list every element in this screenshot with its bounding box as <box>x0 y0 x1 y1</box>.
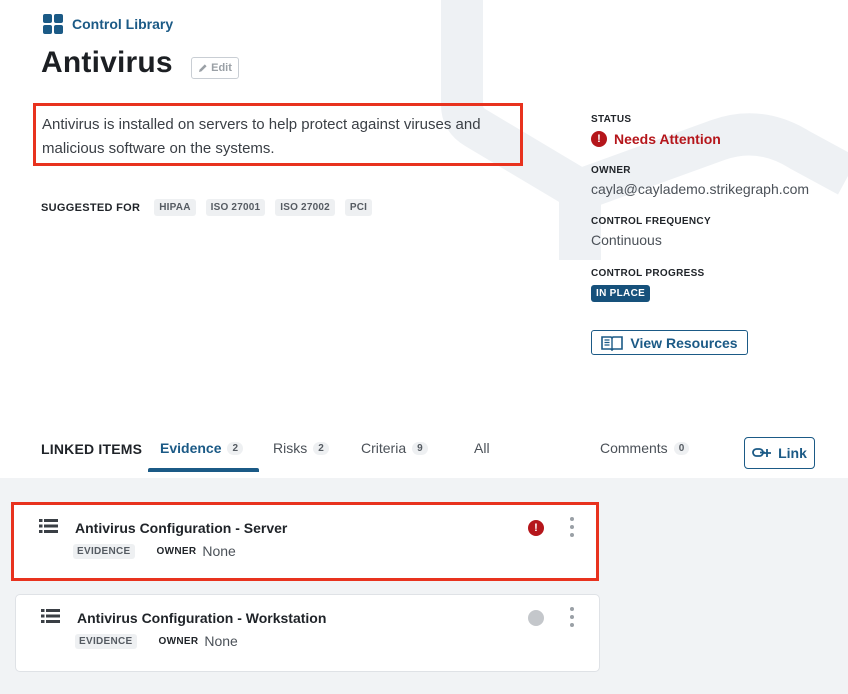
owner-label: OWNER <box>158 635 199 647</box>
pencil-icon <box>199 64 207 72</box>
suggested-for: SUGGESTED FOR HIPAA ISO 27001 ISO 27002 … <box>41 199 382 216</box>
evidence-title[interactable]: Antivirus Configuration - Server <box>75 520 287 536</box>
alert-icon: ! <box>591 131 607 147</box>
breadcrumb-label: Control Library <box>72 16 174 32</box>
evidence-meta: EVIDENCE OWNER None <box>73 543 236 559</box>
evidence-card[interactable]: Antivirus Configuration - Server EVIDENC… <box>11 502 599 581</box>
status-dot-icon <box>528 610 544 626</box>
tab-evidence[interactable]: Evidence 2 <box>160 440 244 456</box>
active-tab-indicator <box>148 468 259 472</box>
linked-items-tabs: LINKED ITEMS Evidence 2 Risks 2 Criteria… <box>0 426 848 478</box>
page-title: Antivirus <box>41 46 173 79</box>
framework-tag: ISO 27002 <box>275 199 335 216</box>
evidence-type-tag: EVIDENCE <box>75 633 137 649</box>
evidence-card[interactable]: Antivirus Configuration - Workstation EV… <box>15 594 600 672</box>
edit-button-label: Edit <box>211 62 232 74</box>
suggested-for-label: SUGGESTED FOR <box>41 201 141 214</box>
progress-badge: IN PLACE <box>591 285 651 302</box>
more-options-icon[interactable] <box>569 607 575 627</box>
evidence-meta: EVIDENCE OWNER None <box>75 633 238 649</box>
evidence-title[interactable]: Antivirus Configuration - Workstation <box>77 610 326 626</box>
control-description: Antivirus is installed on servers to hel… <box>33 103 523 166</box>
tab-risks[interactable]: Risks 2 <box>273 440 329 456</box>
view-resources-button[interactable]: View Resources <box>591 330 748 355</box>
control-details-panel: STATUS ! Needs Attention OWNER cayla@cay… <box>591 114 831 302</box>
evidence-type-tag: EVIDENCE <box>73 543 135 559</box>
owner-value: None <box>204 633 238 649</box>
owner-value: None <box>202 543 236 559</box>
edit-button[interactable]: Edit <box>191 57 239 79</box>
evidence-list: Antivirus Configuration - Server EVIDENC… <box>0 478 848 694</box>
link-icon <box>752 448 772 457</box>
status-label: STATUS <box>591 114 632 125</box>
tab-count: 2 <box>227 441 244 455</box>
owner-value: cayla@caylademo.strikegraph.com <box>591 181 810 197</box>
status-value: ! Needs Attention <box>591 131 831 147</box>
link-button-label: Link <box>778 445 807 461</box>
breadcrumb[interactable]: Control Library <box>43 14 173 34</box>
list-icon <box>39 519 58 533</box>
tab-all[interactable]: All <box>474 440 490 456</box>
tab-count: 9 <box>412 441 428 455</box>
status-text: Needs Attention <box>614 131 721 147</box>
more-options-icon[interactable] <box>569 517 575 537</box>
tab-count: 2 <box>313 441 329 455</box>
book-icon <box>601 335 624 351</box>
alert-icon: ! <box>528 520 544 536</box>
framework-tag: HIPAA <box>154 199 196 216</box>
tab-criteria[interactable]: Criteria 9 <box>361 440 428 456</box>
tab-count: 0 <box>673 441 690 455</box>
owner-label: OWNER <box>591 165 631 176</box>
owner-label: OWNER <box>156 545 197 557</box>
framework-tag: PCI <box>344 199 373 216</box>
frequency-label: CONTROL FREQUENCY <box>591 216 711 227</box>
tab-label: All <box>474 440 490 456</box>
tab-comments[interactable]: Comments 0 <box>600 440 690 456</box>
tab-label: Evidence <box>160 440 222 456</box>
link-button[interactable]: Link <box>744 437 815 469</box>
linked-items-label: LINKED ITEMS <box>41 441 143 457</box>
framework-tag: ISO 27001 <box>205 199 266 216</box>
frequency-value: Continuous <box>591 232 662 248</box>
tab-label: Criteria <box>361 440 407 456</box>
list-icon <box>41 609 60 623</box>
tab-label: Risks <box>273 440 308 456</box>
progress-label: CONTROL PROGRESS <box>591 268 705 279</box>
tab-label: Comments <box>600 440 668 456</box>
view-resources-label: View Resources <box>630 334 738 351</box>
grid-icon <box>43 14 63 34</box>
